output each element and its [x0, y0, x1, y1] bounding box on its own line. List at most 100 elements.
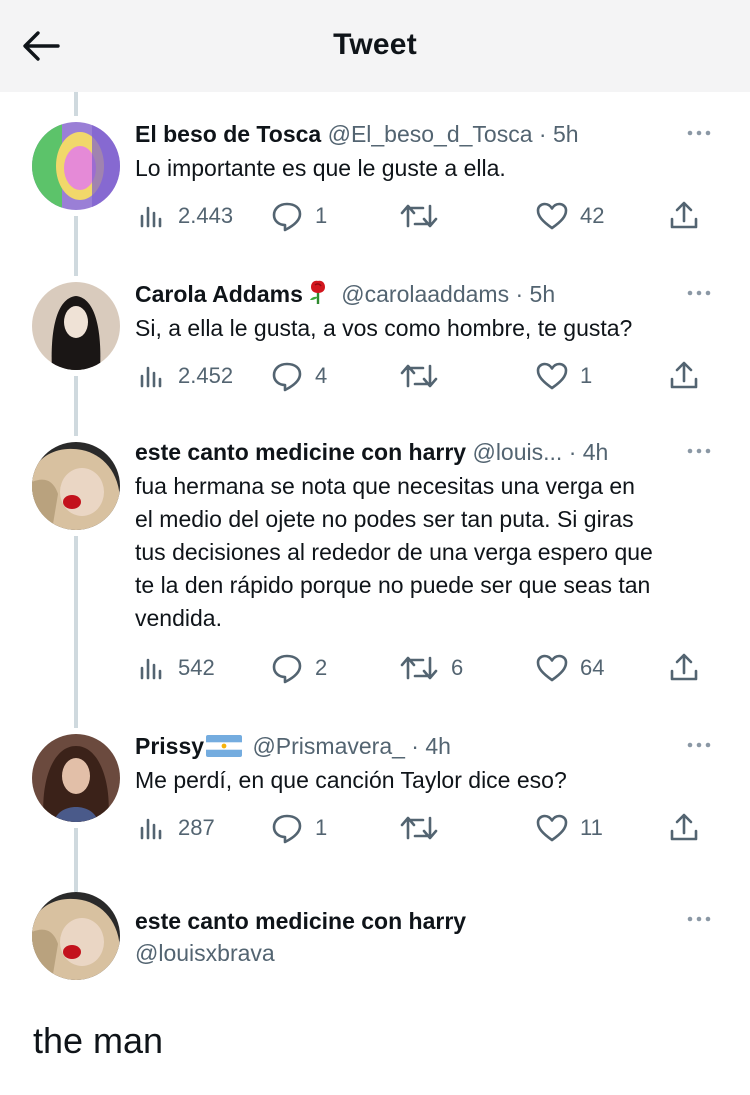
retweet-icon [400, 816, 438, 840]
tweet-text: Me perdí, en que canción Taylor dice eso… [135, 767, 567, 793]
views-button[interactable]: 2.452 [138, 359, 233, 393]
separator-dot: · [568, 439, 577, 465]
display-name[interactable]: este canto medicine con harry [135, 908, 466, 934]
tweet-text-line: fua hermana se nota que necesitas una ve… [135, 473, 635, 499]
tweet-text-line: el medio del ojete no podes ser tan puta… [135, 506, 634, 532]
main-tweet[interactable]: este canto medicine con harry @louisxbra… [0, 890, 750, 990]
views-chart-icon [140, 658, 162, 680]
retweet-icon [400, 204, 438, 228]
reply-icon [272, 202, 302, 232]
views-count: 287 [178, 815, 215, 840]
views-count: 2.452 [178, 363, 234, 388]
retweet-icon [400, 656, 438, 680]
timestamp[interactable]: 4h [425, 733, 451, 759]
timestamp[interactable]: 5h [530, 281, 556, 307]
tweet-header: Prissy @Prismavera_ · 4h [135, 730, 451, 762]
user-handle[interactable]: @Prismavera_ [252, 733, 404, 759]
separator-dot: · [515, 281, 524, 307]
top-bar: Tweet [0, 0, 750, 92]
views-button[interactable]: 2.443 [138, 199, 233, 233]
avatar[interactable] [32, 442, 120, 530]
heart-icon [536, 202, 568, 230]
avatar[interactable] [32, 122, 120, 210]
more-options-icon[interactable] [682, 278, 716, 308]
tweet-text: Lo importante es que le guste a ella. [135, 155, 506, 181]
like-button[interactable]: 64 [536, 651, 604, 685]
retweet-icon [400, 364, 438, 388]
user-handle[interactable]: @louis... [472, 439, 562, 465]
views-button[interactable]: 287 [138, 811, 215, 845]
share-icon [670, 361, 698, 389]
share-button[interactable] [668, 199, 700, 233]
rose-emoji-icon [305, 279, 331, 313]
avatar[interactable] [32, 892, 120, 980]
avatar[interactable] [32, 282, 120, 370]
retweet-button[interactable] [399, 199, 451, 233]
separator-dot: · [538, 121, 547, 147]
reply-icon [272, 814, 302, 844]
like-button[interactable]: 11 [536, 811, 603, 845]
display-name[interactable]: El beso de Tosca [135, 121, 321, 147]
more-options-icon[interactable] [682, 118, 716, 148]
views-chart-icon [140, 366, 162, 388]
thread-line [74, 92, 78, 116]
retweet-button[interactable]: 6 [399, 651, 463, 685]
tweet-header: este canto medicine con harry @louis... … [135, 436, 608, 468]
reply-button[interactable]: 2 [271, 651, 327, 685]
heart-icon [536, 654, 568, 682]
tweet-text: Si, a ella le gusta, a vos como hombre, … [135, 315, 633, 341]
user-handle[interactable]: @carolaaddams [341, 281, 509, 307]
reply-icon [272, 654, 302, 684]
reply-tweet[interactable]: Prissy @Prismavera_ · 4h Me perdí, en qu… [0, 730, 750, 860]
tweet-text: fua hermana se nota que necesitas una ve… [135, 470, 725, 635]
tweet-text-line: te la den rápido porque no puede ser que… [135, 572, 651, 598]
timestamp[interactable]: 5h [553, 121, 579, 147]
like-count: 42 [580, 203, 605, 228]
share-button[interactable] [668, 359, 700, 393]
views-button[interactable]: 542 [138, 651, 215, 685]
page-title: Tweet [333, 28, 417, 61]
tweet-header: El beso de Tosca @El_beso_d_Tosca · 5h [135, 118, 579, 150]
reply-icon [272, 362, 302, 392]
reply-button[interactable]: 1 [271, 811, 327, 845]
user-handle[interactable]: @El_beso_d_Tosca [328, 121, 533, 147]
separator-dot: · [411, 733, 419, 759]
heart-icon [536, 362, 568, 390]
like-button[interactable]: 42 [536, 199, 604, 233]
tweet-header: Carola Addams @carolaaddams · 5h [135, 278, 555, 310]
reply-tweet[interactable]: este canto medicine con harry @louis... … [0, 436, 750, 696]
like-count: 11 [580, 815, 603, 840]
retweet-button[interactable] [399, 359, 451, 393]
share-icon [670, 813, 698, 841]
share-icon [670, 201, 698, 229]
more-options-icon[interactable] [682, 436, 716, 466]
timestamp[interactable]: 4h [583, 439, 609, 465]
tweet-text-line: tus decisiones al rededor de una verga e… [135, 539, 653, 565]
reply-count: 2 [315, 655, 328, 680]
main-author-name[interactable]: este canto medicine con harry [135, 905, 466, 937]
user-handle[interactable]: @louisxbrava [135, 940, 275, 966]
reply-tweet[interactable]: El beso de Tosca @El_beso_d_Tosca · 5h L… [0, 118, 750, 248]
more-options-icon[interactable] [682, 904, 716, 934]
views-chart-icon [140, 818, 162, 840]
like-count: 1 [580, 363, 593, 388]
display-name[interactable]: este canto medicine con harry [135, 439, 466, 465]
avatar[interactable] [32, 734, 120, 822]
reply-count: 1 [315, 203, 328, 228]
share-button[interactable] [668, 811, 700, 845]
reply-button[interactable]: 1 [271, 199, 327, 233]
share-button[interactable] [668, 651, 700, 685]
more-options-icon[interactable] [682, 730, 716, 760]
reply-tweet[interactable]: Carola Addams @carolaaddams · 5h Si, a e… [0, 278, 750, 408]
retweet-button[interactable] [399, 811, 451, 845]
reply-button[interactable]: 4 [271, 359, 327, 393]
heart-icon [536, 814, 568, 842]
retweet-count: 6 [451, 655, 464, 680]
tweet-text-line: vendida. [135, 605, 222, 631]
like-count: 64 [580, 655, 605, 680]
main-author-handle[interactable]: @louisxbrava [135, 937, 275, 969]
display-name[interactable]: Prissy [135, 733, 204, 759]
argentina-flag-icon [206, 733, 243, 765]
like-button[interactable]: 1 [536, 359, 592, 393]
display-name[interactable]: Carola Addams [135, 281, 303, 307]
